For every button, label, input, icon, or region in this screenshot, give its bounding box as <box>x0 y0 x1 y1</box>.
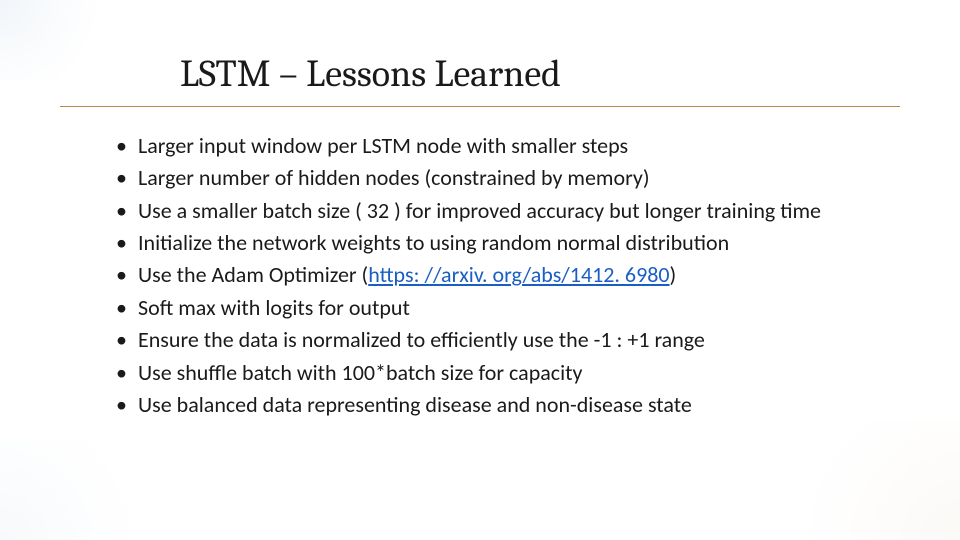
bullet-item: Soft max with logits for output <box>116 293 880 323</box>
slide-container: LSTM – Lessons Learned Larger input wind… <box>0 0 960 540</box>
bullet-item: Larger input window per LSTM node with s… <box>116 131 880 161</box>
bullet-list: Larger input window per LSTM node with s… <box>60 131 900 420</box>
bullet-text: Larger number of hidden nodes (constrain… <box>138 164 650 191</box>
bullet-item: Larger number of hidden nodes (constrain… <box>116 163 880 193</box>
bullet-text: Larger input window per LSTM node with s… <box>138 132 628 159</box>
title-divider <box>60 106 900 107</box>
bullet-item: Use shuffle batch with 100*batch size fo… <box>116 358 880 388</box>
bullet-item: Use the Adam Optimizer (https: //arxiv. … <box>116 260 880 290</box>
bullet-item: Initialize the network weights to using … <box>116 228 880 258</box>
bullet-item: Use a smaller batch size ( 32 ) for impr… <box>116 196 880 226</box>
bullet-item: Ensure the data is normalized to efficie… <box>116 325 880 355</box>
bullet-text: Use a smaller batch size ( 32 ) for impr… <box>138 197 821 224</box>
slide-title: LSTM – Lessons Learned <box>180 52 900 96</box>
bullet-text: Use shuffle batch with 100*batch size fo… <box>138 359 583 386</box>
bullet-text: Use the Adam Optimizer ( <box>138 261 368 288</box>
bullet-text: Use balanced data representing disease a… <box>138 391 692 418</box>
bullet-text: Soft max with logits for output <box>138 294 410 321</box>
bullet-item: Use balanced data representing disease a… <box>116 390 880 420</box>
bullet-text: Ensure the data is normalized to efficie… <box>138 326 705 353</box>
bullet-text-after-link: ) <box>670 261 677 288</box>
bullet-text: Initialize the network weights to using … <box>138 229 729 256</box>
adam-optimizer-link[interactable]: https: //arxiv. org/abs/1412. 6980 <box>368 261 669 288</box>
